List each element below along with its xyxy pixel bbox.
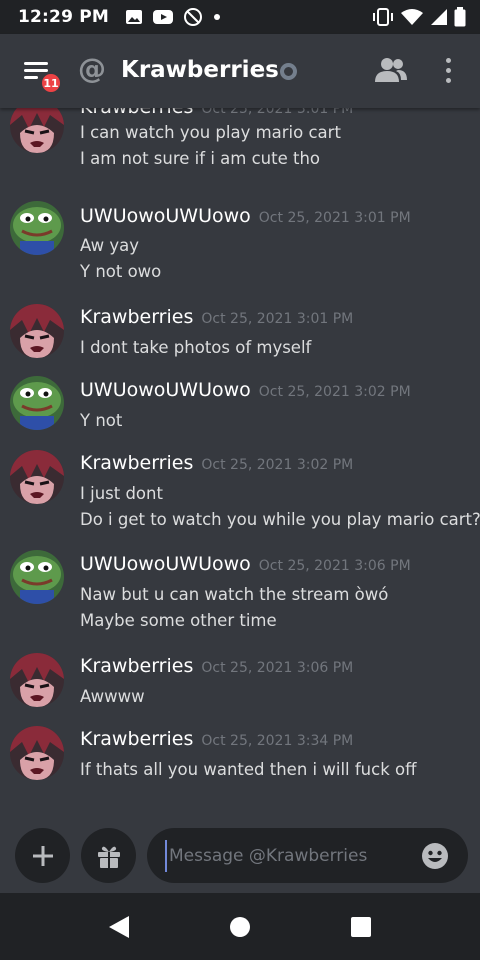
message-text: If thats all you wanted then i will fuck…: [80, 760, 417, 779]
message-timestamp: Oct 25, 2021 3:01 PM: [258, 210, 411, 226]
message-text: I can watch you play mario cart: [80, 123, 341, 142]
message-text: I dont take photos of myself: [80, 338, 312, 357]
message-timestamp: Oct 25, 2021 3:06 PM: [201, 660, 354, 676]
message-timestamp: Oct 25, 2021 3:06 PM: [258, 558, 411, 574]
avatar[interactable]: [10, 108, 64, 153]
message-timestamp: Oct 25, 2021 3:01 PM: [201, 108, 354, 117]
status-bar: 12:29 PM: [0, 0, 480, 34]
author-name: UWUowoUWUowo: [80, 205, 251, 227]
message-text: I just dont: [80, 484, 163, 503]
message-text: I am not sure if i am cute tho: [80, 149, 320, 168]
home-icon[interactable]: [230, 917, 250, 937]
message-text: Y not owo: [80, 262, 162, 281]
message-timestamp: Oct 25, 2021 3:02 PM: [258, 384, 411, 400]
channel-header: 11 @ Krawberries: [0, 34, 480, 108]
plus-icon: [32, 845, 53, 866]
message-author: Krawberries Oct 25, 2021 3:34 PM: [80, 728, 353, 750]
system-nav-bar: [0, 893, 480, 960]
page-title: Krawberries: [121, 57, 279, 83]
avatar[interactable]: [10, 450, 64, 504]
author-name: Krawberries: [80, 728, 194, 750]
message-text: Awwww: [80, 687, 145, 706]
message-timestamp: Oct 25, 2021 3:02 PM: [201, 457, 354, 473]
avatar[interactable]: [10, 726, 64, 780]
at-sign-icon: @: [78, 52, 106, 85]
author-name: Krawberries: [80, 108, 193, 118]
message-text: Y not: [80, 411, 123, 430]
gallery-icon: [126, 10, 143, 24]
message-timestamp: Oct 25, 2021 3:34 PM: [201, 733, 354, 749]
message-text: Naw but u can watch the stream òwó: [80, 585, 389, 604]
battery-icon: [454, 7, 466, 27]
youtube-icon: [153, 10, 174, 24]
message-text: Aw yay: [80, 236, 139, 255]
avatar[interactable]: [10, 653, 64, 707]
emoji-icon[interactable]: [420, 841, 450, 871]
friends-icon[interactable]: [374, 56, 408, 84]
recents-icon[interactable]: [351, 917, 371, 937]
message-list: Krawberries Oct 25, 2021 3:01 PM I can wa…: [0, 108, 480, 820]
clock: 12:29 PM: [18, 7, 110, 27]
message-input-container: [147, 828, 468, 883]
author-name: UWUowoUWUowo: [80, 553, 251, 575]
more-options-icon[interactable]: [440, 56, 456, 86]
message-timestamp: Oct 25, 2021 3:01 PM: [201, 311, 354, 327]
author-name: Krawberries: [80, 306, 194, 328]
message-composer: [0, 820, 480, 893]
message-input[interactable]: [165, 840, 405, 872]
hamburger-menu-icon[interactable]: 11: [24, 58, 62, 94]
message-author: UWUowoUWUowo Oct 25, 2021 3:06 PM: [80, 553, 411, 575]
avatar[interactable]: [10, 304, 64, 358]
message-author: UWUowoUWUowo Oct 25, 2021 3:02 PM: [80, 379, 411, 401]
message-author: Krawberries Oct 25, 2021 3:01 PM: [80, 108, 353, 118]
gift-button[interactable]: [81, 828, 136, 883]
author-name: UWUowoUWUowo: [80, 379, 251, 401]
message-text: Maybe some other time: [80, 611, 277, 630]
avatar[interactable]: [10, 550, 64, 604]
message-text: Do i get to watch you while you play mar…: [80, 510, 480, 529]
do-not-disturb-icon: [184, 8, 203, 26]
message-author: Krawberries Oct 25, 2021 3:02 PM: [80, 452, 353, 474]
discord-dm-screen: 12:29 PM 11 @ Krawberries Oct 25, 2021 3…: [0, 0, 480, 960]
message-author: UWUowoUWUowo Oct 25, 2021 3:01 PM: [80, 205, 411, 227]
status-right-icons: [372, 7, 466, 27]
unread-badge: 11: [40, 72, 62, 94]
status-left-icons: [125, 7, 222, 27]
notification-dot-icon: [214, 14, 221, 20]
signal-icon: [431, 9, 447, 25]
author-name: Krawberries: [80, 655, 194, 677]
avatar[interactable]: [10, 201, 64, 255]
back-icon[interactable]: [108, 915, 130, 939]
wifi-icon: [401, 9, 423, 25]
gift-icon: [97, 846, 120, 868]
vibrate-icon: [373, 8, 393, 26]
message-author: Krawberries Oct 25, 2021 3:06 PM: [80, 655, 353, 677]
add-attachment-button[interactable]: [15, 828, 70, 883]
author-name: Krawberries: [80, 452, 194, 474]
offline-status-icon: [280, 63, 297, 80]
message-author: Krawberries Oct 25, 2021 3:01 PM: [80, 306, 353, 328]
avatar[interactable]: [10, 376, 64, 430]
